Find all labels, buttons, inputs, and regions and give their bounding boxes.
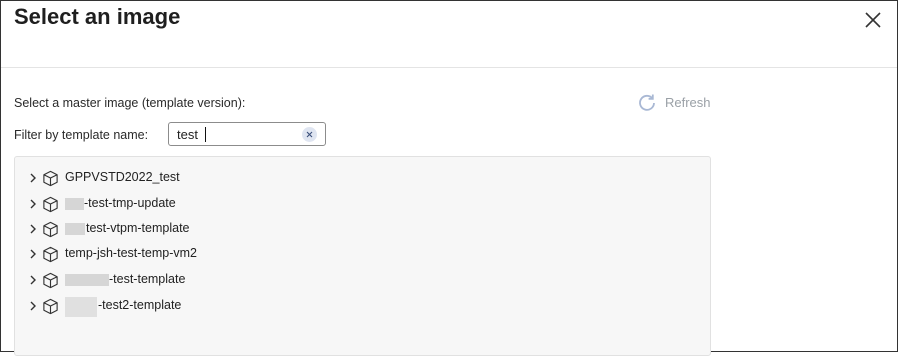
filter-label: Filter by template name: (14, 128, 149, 142)
chevron-right-icon[interactable] (29, 249, 37, 259)
text-cursor (205, 127, 206, 142)
image-cube-icon (43, 170, 58, 187)
chevron-right-icon[interactable] (29, 301, 37, 311)
tree-item[interactable]: temp-jsh-test-temp-vm2 (15, 243, 705, 265)
chevron-right-icon[interactable] (29, 199, 37, 209)
image-tree: GPPVSTD2022_test -test-tmp-update test-v… (14, 156, 711, 356)
image-cube-icon (43, 196, 58, 213)
image-cube-icon (43, 246, 58, 263)
tree-item[interactable]: test-vtpm-template (15, 218, 705, 240)
close-icon (865, 12, 881, 28)
select-image-dialog: Select an image Select a master image (t… (0, 0, 898, 356)
chevron-right-icon[interactable] (29, 173, 37, 183)
tree-item[interactable]: GPPVSTD2022_test (15, 167, 705, 189)
chevron-right-icon[interactable] (29, 275, 37, 285)
redacted-text (65, 274, 109, 286)
clear-icon (306, 131, 313, 138)
tree-item-label: test-vtpm-template (86, 221, 190, 235)
redacted-text (65, 198, 84, 210)
tree-item[interactable]: -test-tmp-update (15, 193, 705, 215)
close-button[interactable] (863, 10, 883, 30)
redacted-text (65, 223, 85, 235)
redacted-text (65, 297, 97, 317)
filter-input[interactable] (177, 125, 297, 143)
tree-item-label: -test-tmp-update (84, 196, 176, 210)
filter-input-box[interactable] (168, 122, 326, 146)
tree-item-label: -test2-template (98, 298, 182, 312)
refresh-button[interactable]: Refresh (637, 92, 711, 112)
image-cube-icon (43, 272, 58, 289)
dialog-header: Select an image (1, 1, 897, 68)
master-image-label: Select a master image (template version)… (14, 96, 246, 110)
tree-item-label: GPPVSTD2022_test (65, 170, 180, 184)
tree-item-label: -test-template (109, 272, 186, 286)
image-cube-icon (43, 298, 58, 315)
dialog-title: Select an image (14, 4, 181, 29)
tree-item[interactable]: -test-template (15, 269, 705, 291)
chevron-right-icon[interactable] (29, 224, 37, 234)
tree-item-label: temp-jsh-test-temp-vm2 (65, 246, 197, 260)
refresh-icon (639, 94, 655, 111)
clear-filter-button[interactable] (302, 127, 317, 142)
tree-item[interactable]: -test2-template (15, 295, 705, 317)
refresh-label: Refresh (665, 94, 711, 110)
image-cube-icon (43, 221, 58, 238)
